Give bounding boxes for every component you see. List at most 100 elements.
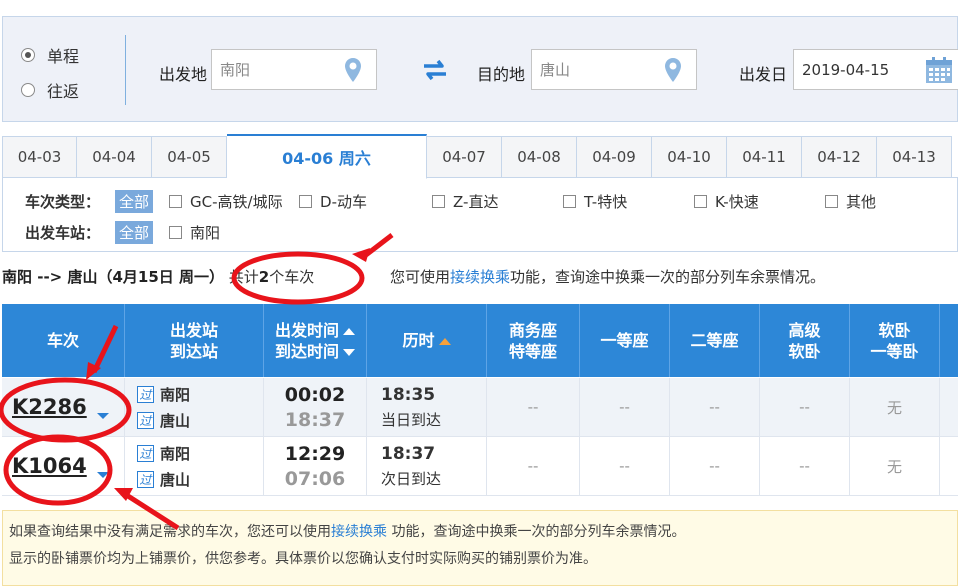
date-tab[interactable]: 04-12 xyxy=(802,136,877,178)
filter-checkbox-k[interactable]: K-快速 xyxy=(694,191,825,212)
header-label: 历时 xyxy=(402,331,435,350)
station-all-button[interactable]: 全部 xyxy=(115,221,154,244)
filter-checkbox-gc[interactable]: GC-高铁/城际 xyxy=(169,191,299,212)
radio-round-trip[interactable]: 往返 xyxy=(21,78,79,102)
notice-text: 如果查询结果中没有满足需求的车次，您还可以使用 xyxy=(9,524,331,540)
sort-up-icon[interactable] xyxy=(438,338,451,345)
station-name: 南阳 xyxy=(160,385,191,404)
checkbox-label: GC-高铁/城际 xyxy=(190,193,283,211)
radio-button[interactable] xyxy=(21,48,35,62)
filter-checkbox-t[interactable]: T-特快 xyxy=(563,191,694,212)
to-station-input[interactable]: 唐山 xyxy=(531,49,697,90)
train-number-link[interactable]: K1064 xyxy=(12,454,87,478)
checkbox[interactable] xyxy=(169,226,183,239)
count-prefix: 共计 xyxy=(228,268,259,286)
calendar-icon[interactable] xyxy=(924,55,954,85)
notice-box: 如果查询结果中没有满足需求的车次，您还可以使用接续换乘 功能，查询途中换乘一次的… xyxy=(2,510,958,586)
checkbox[interactable] xyxy=(299,195,313,208)
checkbox-label: Z-直达 xyxy=(453,193,499,211)
radio-one-way[interactable]: 单程 xyxy=(21,43,79,67)
header-label: 特等座 xyxy=(508,341,557,361)
result-summary: 南阳 --> 唐山（4月15日 周一） 共计2个车次 xyxy=(2,266,314,287)
date-tab[interactable]: 04-13 xyxy=(877,136,952,178)
from-station-input[interactable]: 南阳 xyxy=(211,49,377,90)
checkbox[interactable] xyxy=(432,195,446,208)
date-tab[interactable]: 04-11 xyxy=(727,136,802,178)
hint-text: 功能，查询途中换乘一次的部分列车余票情况。 xyxy=(510,268,826,286)
expand-stops-icon[interactable] xyxy=(96,413,109,419)
sort-down-icon[interactable] xyxy=(343,348,355,356)
count-suffix: 个车次 xyxy=(269,268,315,286)
header-label: 商务座 xyxy=(508,320,557,340)
col-station: 出发站 到达站 xyxy=(125,304,264,377)
seat-more xyxy=(940,437,958,495)
pass-icon: 过 xyxy=(137,470,154,488)
header-label: 到达站 xyxy=(169,341,218,361)
checkbox[interactable] xyxy=(169,195,183,208)
route-text: 南阳 --> 唐山（4月15日 周一） xyxy=(2,268,224,286)
col-time[interactable]: 出发时间 到达时间 xyxy=(264,304,367,377)
seat-senior-soft: -- xyxy=(760,437,850,495)
arrival-time: 18:37 xyxy=(284,408,346,431)
radio-label: 单程 xyxy=(47,47,80,66)
col-more xyxy=(940,304,958,377)
train-number-cell[interactable]: K2286 xyxy=(2,378,125,436)
date-tab-active[interactable]: 04-06 周六 xyxy=(227,134,427,179)
train-type-all-button[interactable]: 全部 xyxy=(115,190,154,213)
checkbox[interactable] xyxy=(694,195,708,208)
date-tab[interactable]: 04-09 xyxy=(577,136,652,178)
result-table-header: 车次 出发站 到达站 出发时间 到达时间 历时 商务座 特等座 一等座 二等座 … xyxy=(2,304,958,377)
table-row: K2286 过南阳 过唐山 00:02 18:37 18:35 当日到达 -- … xyxy=(2,378,958,437)
filter-checkbox-nanyang[interactable]: 南阳 xyxy=(169,222,220,243)
filter-checkbox-z[interactable]: Z-直达 xyxy=(432,191,563,212)
train-number-link[interactable]: K2286 xyxy=(12,395,87,419)
station-name: 唐山 xyxy=(160,411,191,430)
from-station: 过南阳 xyxy=(137,443,190,464)
expand-stops-icon[interactable] xyxy=(96,472,109,478)
checkbox[interactable] xyxy=(825,195,839,208)
to-label: 目的地 xyxy=(477,65,526,84)
date-tab[interactable]: 04-05 xyxy=(152,136,227,178)
station-cell: 过南阳 过唐山 xyxy=(125,378,264,436)
date-tabs: 04-03 04-04 04-05 04-06 周六 04-07 04-08 0… xyxy=(2,134,958,179)
departure-date-value: 2019-04-15 xyxy=(802,60,890,79)
checkbox[interactable] xyxy=(563,195,577,208)
checkbox-label: T-特快 xyxy=(584,193,628,211)
date-tab[interactable]: 04-04 xyxy=(77,136,152,178)
date-tab[interactable]: 04-08 xyxy=(502,136,577,178)
col-duration[interactable]: 历时 xyxy=(367,304,487,377)
radio-button[interactable] xyxy=(21,83,35,97)
table-row: K1064 过南阳 过唐山 12:29 07:06 18:37 次日到达 -- … xyxy=(2,437,958,496)
train-number-cell[interactable]: K1064 xyxy=(2,437,125,495)
train-type-label: 车次类型： xyxy=(25,193,101,211)
date-tab[interactable]: 04-07 xyxy=(427,136,502,178)
header-label: 出发站 xyxy=(169,320,218,340)
departure-station-label: 出发车站： xyxy=(25,224,101,242)
location-pin-icon xyxy=(665,57,681,82)
notice-line: 如果查询结果中没有满足需求的车次，您还可以使用接续换乘 功能，查询途中换乘一次的… xyxy=(9,519,951,546)
filter-checkbox-d[interactable]: D-动车 xyxy=(299,191,432,212)
transfer-hint: 您可使用接续换乘功能，查询途中换乘一次的部分列车余票情况。 xyxy=(390,266,825,287)
departure-time: 00:02 xyxy=(284,383,346,406)
filter-checkbox-other[interactable]: 其他 xyxy=(825,191,876,212)
swap-stations-icon[interactable] xyxy=(421,57,449,83)
date-tab[interactable]: 04-03 xyxy=(2,136,77,178)
header-label: 一等卧 xyxy=(870,341,919,361)
header-label: 软卧 xyxy=(878,320,911,340)
seat-business: -- xyxy=(487,378,580,436)
departure-date-input[interactable]: 2019-04-15 xyxy=(793,49,958,90)
from-label: 出发地 xyxy=(159,65,208,84)
date-tab[interactable]: 04-10 xyxy=(652,136,727,178)
pass-icon: 过 xyxy=(137,444,154,462)
transfer-link[interactable]: 接续换乘 xyxy=(331,524,387,540)
seat-senior-soft: -- xyxy=(760,378,850,436)
train-type-filter: 车次类型： 全部 GC-高铁/城际 D-动车 Z-直达 T-特快 K-快速 其他 xyxy=(25,190,876,213)
transfer-link[interactable]: 接续换乘 xyxy=(450,268,510,286)
duration: 18:35 xyxy=(381,384,436,405)
date-label: 出发日 xyxy=(739,65,788,84)
arrival-time: 07:06 xyxy=(284,467,346,490)
duration-cell: 18:37 次日到达 xyxy=(367,437,487,495)
col-second: 二等座 xyxy=(670,304,760,377)
duration: 18:37 xyxy=(381,443,436,464)
sort-up-icon[interactable] xyxy=(343,327,355,335)
